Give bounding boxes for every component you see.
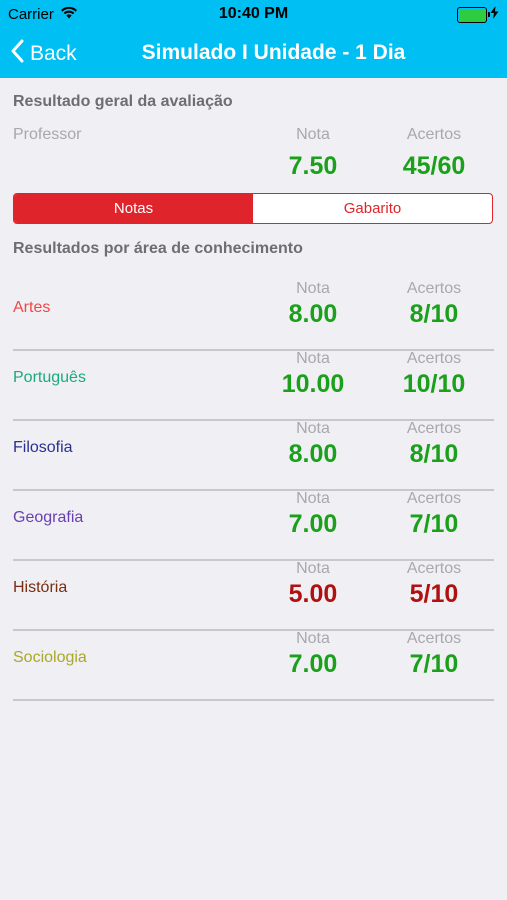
general-nota-value: 7.50 bbox=[288, 152, 338, 180]
area-row-artes: Artes Nota Acertos 8.00 8/10 bbox=[13, 280, 494, 351]
nota-header: Nota bbox=[296, 630, 330, 647]
nota-value: 8.00 bbox=[288, 300, 338, 328]
area-row-sociologia: Sociologia Nota Acertos 7.00 7/10 bbox=[13, 630, 494, 701]
nota-header: Nota bbox=[296, 350, 330, 367]
acertos-value: 7/10 bbox=[409, 510, 459, 538]
subject-name: Filosofia bbox=[13, 439, 73, 456]
nota-value: 5.00 bbox=[288, 580, 338, 608]
battery-indicator bbox=[457, 6, 499, 23]
nota-header: Nota bbox=[296, 560, 330, 577]
nota-value: 8.00 bbox=[288, 440, 338, 468]
tab-gabarito[interactable]: Gabarito bbox=[253, 194, 492, 223]
acertos-value: 5/10 bbox=[409, 580, 459, 608]
nota-value: 7.00 bbox=[288, 650, 338, 678]
area-row-historia: História Nota Acertos 5.00 5/10 bbox=[13, 560, 494, 631]
acertos-value: 7/10 bbox=[409, 650, 459, 678]
area-row-portugues: Português Nota Acertos 10.00 10/10 bbox=[13, 350, 494, 421]
acertos-header: Acertos bbox=[406, 350, 462, 367]
acertos-header: Acertos bbox=[406, 490, 462, 507]
nota-header: Nota bbox=[296, 280, 330, 297]
nota-header: Nota bbox=[296, 420, 330, 437]
nota-value: 10.00 bbox=[281, 370, 345, 398]
general-acertos-header: Acertos bbox=[406, 126, 462, 143]
acertos-header: Acertos bbox=[406, 280, 462, 297]
page-title: Simulado I Unidade - 1 Dia bbox=[141, 41, 406, 64]
nota-value: 7.00 bbox=[288, 510, 338, 538]
subject-name: História bbox=[13, 579, 68, 596]
general-section-title: Resultado geral da avaliação bbox=[13, 93, 233, 110]
results-segmented-control: Notas Gabarito bbox=[13, 193, 493, 224]
subject-name: Sociologia bbox=[13, 649, 87, 666]
charging-bolt-icon bbox=[490, 6, 499, 23]
general-nota-header: Nota bbox=[296, 126, 330, 143]
area-row-geografia: Geografia Nota Acertos 7.00 7/10 bbox=[13, 490, 494, 561]
general-acertos-value: 45/60 bbox=[402, 152, 466, 180]
areas-section-title: Resultados por área de conhecimento bbox=[13, 240, 303, 257]
subject-name: Artes bbox=[13, 299, 51, 316]
area-row-filosofia: Filosofia Nota Acertos 8.00 8/10 bbox=[13, 420, 494, 491]
professor-label: Professor bbox=[13, 126, 82, 143]
subject-name: Geografia bbox=[13, 509, 84, 526]
subject-name: Português bbox=[13, 369, 86, 386]
acertos-header: Acertos bbox=[406, 560, 462, 577]
status-bar: Carrier 10:40 PM bbox=[0, 0, 507, 30]
tab-notas[interactable]: Notas bbox=[14, 194, 253, 223]
nota-header: Nota bbox=[296, 490, 330, 507]
acertos-header: Acertos bbox=[406, 630, 462, 647]
acertos-header: Acertos bbox=[406, 420, 462, 437]
status-time: 10:40 PM bbox=[218, 5, 289, 22]
navigation-bar: Back Simulado I Unidade - 1 Dia bbox=[0, 30, 507, 78]
acertos-value: 8/10 bbox=[409, 440, 459, 468]
battery-icon bbox=[457, 6, 490, 23]
acertos-value: 10/10 bbox=[402, 370, 466, 398]
acertos-value: 8/10 bbox=[409, 300, 459, 328]
